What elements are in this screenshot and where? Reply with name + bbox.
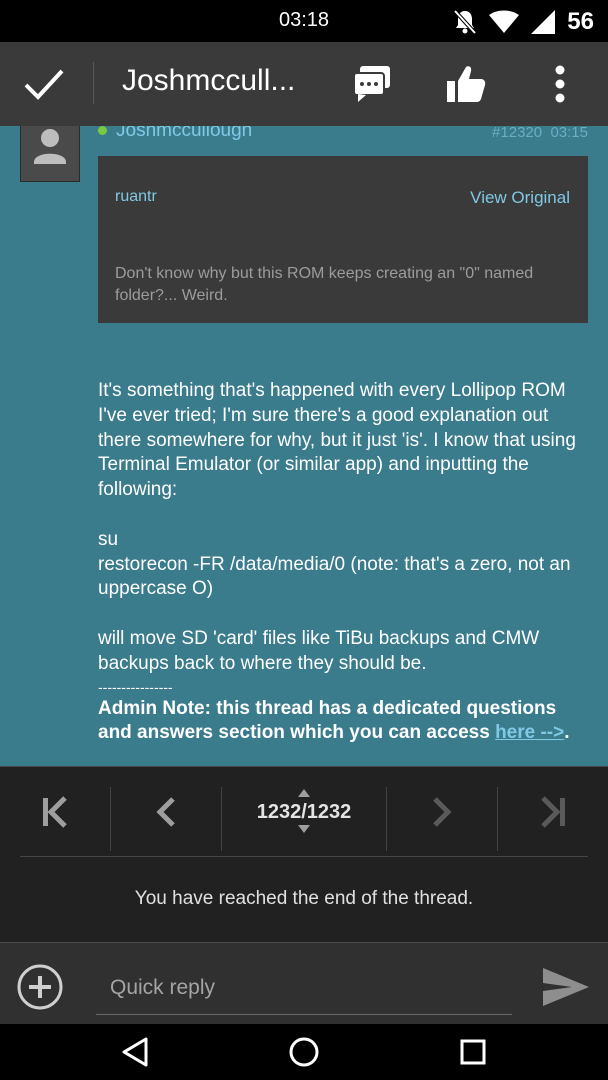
thread-title: Joshmccull... [122, 64, 296, 97]
post-paragraph: will move SD 'card' files like TiBu back… [98, 627, 540, 674]
first-page-icon [43, 796, 67, 828]
recents-icon[interactable] [455, 1034, 491, 1070]
page-count: 1232/1232 [256, 800, 352, 823]
avatar[interactable] [20, 126, 80, 182]
next-page-button[interactable] [387, 777, 497, 847]
action-bar-divider [93, 62, 94, 104]
page-selector[interactable]: 1232/1232 [222, 777, 386, 847]
default-user-icon [34, 129, 66, 164]
panel-divider [20, 856, 588, 857]
admin-note-link[interactable]: here --> [495, 722, 564, 743]
post-divider: ---------------- [98, 678, 173, 695]
wifi-icon [489, 10, 520, 33]
status-bar: 03:18 56 [0, 0, 608, 42]
previous-page-button[interactable] [111, 777, 221, 847]
quote-block: ruantr View Original Don't know why but … [98, 156, 588, 323]
pagination-panel: 1232/1232 You have reached the end of th… [0, 766, 608, 942]
end-of-thread-message: You have reached the end of the thread. [134, 888, 474, 909]
admin-note-end: . [564, 722, 570, 744]
add-circle-icon[interactable] [17, 964, 63, 1010]
notifications-off-icon [453, 9, 477, 35]
thread-content[interactable]: Joshmccullough #12320 03:15 ruantr View … [0, 126, 608, 766]
signal-icon [531, 10, 556, 34]
overflow-menu-icon[interactable] [540, 62, 580, 106]
post-number: #12320 [492, 126, 543, 141]
battery-level: 56 [567, 8, 594, 35]
chevron-right-icon [433, 797, 452, 827]
check-icon[interactable] [22, 64, 66, 104]
online-status-dot [98, 126, 107, 135]
admin-note: Admin Note: this thread has a dedicated … [98, 697, 593, 747]
last-page-button[interactable] [498, 777, 608, 847]
post-code-line: restorecon -FR /data/media/0 (note: that… [98, 553, 571, 600]
action-bar: Joshmccull... [0, 42, 608, 126]
quote-author[interactable]: ruantr [115, 188, 157, 206]
post-body: It's something that's happened with ever… [98, 379, 593, 746]
chevron-down-icon [298, 825, 310, 833]
post-time: 03:15 [550, 126, 588, 141]
send-icon[interactable] [540, 965, 592, 1009]
post-code-line: su [98, 528, 119, 550]
status-icons: 56 [453, 8, 594, 36]
post-paragraph: It's something that's happened with ever… [98, 380, 576, 501]
view-original-link[interactable]: View Original [470, 188, 570, 208]
thumbs-up-icon[interactable] [444, 62, 488, 106]
quote-text: Don't know why but this ROM keeps creati… [115, 265, 534, 304]
last-page-icon [541, 796, 565, 828]
post-meta: #12320 03:15 [492, 126, 588, 141]
admin-note-text: Admin Note: this thread has a dedicated … [98, 697, 557, 744]
chevron-up-icon [298, 789, 310, 797]
back-icon[interactable] [118, 1034, 154, 1070]
quick-reply-bar [0, 942, 608, 1024]
chat-bubbles-icon[interactable] [350, 62, 394, 106]
system-nav-bar [0, 1024, 608, 1080]
post-author[interactable]: Joshmccullough [116, 126, 252, 142]
first-page-button[interactable] [0, 777, 110, 847]
quick-reply-input[interactable] [96, 961, 512, 1015]
chevron-left-icon [156, 797, 175, 827]
pager: 1232/1232 [0, 777, 608, 851]
home-icon[interactable] [286, 1034, 322, 1070]
